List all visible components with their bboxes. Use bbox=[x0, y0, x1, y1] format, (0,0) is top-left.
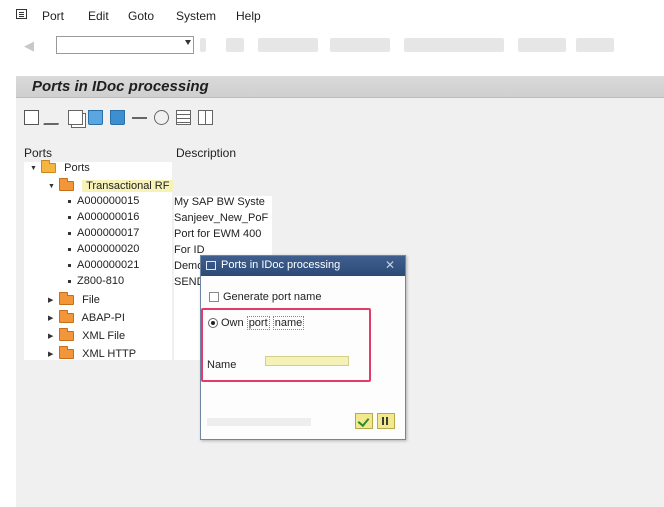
collapse-arrow-icon[interactable]: ▶ bbox=[48, 314, 56, 322]
tree-node-transactional-rfc[interactable]: ▼ Transactional RF bbox=[48, 178, 174, 196]
cancel-button[interactable] bbox=[377, 413, 395, 429]
port-tree: ▼ Ports ▼ Transactional RF A000000015 A0… bbox=[24, 160, 174, 360]
port-description: Port for EWM 400 bbox=[174, 228, 262, 240]
column-header-description: Description bbox=[176, 146, 237, 160]
menu-edit[interactable]: Edit bbox=[88, 9, 109, 23]
column-header-ports: Ports bbox=[24, 146, 53, 160]
menu-icon[interactable] bbox=[16, 9, 27, 19]
tree-node-abap-pi[interactable]: ▶ ABAP-PI bbox=[48, 310, 125, 328]
generate-port-name-label: Generate port name bbox=[223, 291, 322, 303]
port-name: A000000021 bbox=[77, 259, 140, 271]
bullet-icon bbox=[68, 231, 71, 235]
folder-icon bbox=[59, 328, 75, 342]
menu-port[interactable]: Port bbox=[42, 9, 64, 23]
save-icon[interactable] bbox=[226, 38, 244, 52]
port-name: Z800-810 bbox=[77, 275, 125, 287]
print-find-icons[interactable] bbox=[330, 38, 390, 52]
collapse-arrow-icon[interactable]: ▶ bbox=[48, 296, 56, 304]
menu-system[interactable]: System bbox=[176, 9, 216, 23]
own-port-name-word: name bbox=[272, 316, 305, 330]
create-icon[interactable] bbox=[24, 110, 39, 125]
tree-node-file[interactable]: ▶ File bbox=[48, 292, 100, 310]
dialog-title: Ports in IDoc processing bbox=[221, 259, 341, 271]
bullet-icon bbox=[68, 215, 71, 219]
port-name-field[interactable] bbox=[265, 350, 349, 372]
menu-goto[interactable]: Goto bbox=[128, 9, 154, 23]
own-port-name-frame: Own port name Name bbox=[201, 308, 371, 382]
navigation-icons[interactable] bbox=[258, 38, 318, 52]
window-icon bbox=[206, 261, 216, 270]
list-icon[interactable] bbox=[176, 110, 191, 125]
tree-leaf[interactable]: A000000017 bbox=[68, 227, 139, 243]
tree-node-ports[interactable]: ▼ Ports bbox=[30, 160, 90, 178]
port-description: Sanjeev_New_PoF bbox=[174, 212, 269, 224]
port-name: A000000020 bbox=[77, 243, 140, 255]
screen-title-bar: Ports in IDoc processing bbox=[16, 76, 664, 98]
own-port-name-radio[interactable] bbox=[208, 318, 218, 328]
tree-node-label: XML HTTP bbox=[82, 348, 137, 360]
bullet-icon bbox=[68, 199, 71, 203]
change-icon[interactable] bbox=[43, 110, 64, 125]
own-port-name-word: Own bbox=[221, 317, 244, 329]
port-description: My SAP BW Syste bbox=[174, 196, 265, 208]
copy-icon[interactable] bbox=[68, 110, 83, 125]
port-name: A000000017 bbox=[77, 227, 140, 239]
back-icon[interactable]: ◀ bbox=[24, 38, 34, 54]
menu-help[interactable]: Help bbox=[236, 9, 261, 23]
create-port-dialog: Ports in IDoc processing ✕ Generate port… bbox=[200, 255, 406, 440]
generate-port-name-radio[interactable] bbox=[209, 292, 219, 302]
folder-icon bbox=[59, 346, 75, 360]
own-port-name-label: Own port name bbox=[221, 316, 305, 330]
network-icon[interactable] bbox=[154, 110, 169, 125]
tree-node-xml-file[interactable]: ▶ XML File bbox=[48, 328, 126, 346]
tree-node-label: Ports bbox=[64, 162, 90, 174]
expand-arrow-icon[interactable]: ▼ bbox=[30, 165, 38, 172]
port-name: A000000015 bbox=[77, 195, 140, 207]
port-name-input[interactable] bbox=[265, 355, 349, 367]
tree-node-label: Transactional RF bbox=[82, 180, 174, 192]
bullet-icon bbox=[68, 263, 71, 267]
tree-leaf[interactable]: Z800-810 bbox=[68, 275, 124, 291]
arrow-icon[interactable] bbox=[132, 117, 147, 119]
bullet-icon bbox=[68, 279, 71, 283]
toolbar-separator bbox=[200, 38, 206, 52]
grid-icon[interactable] bbox=[198, 110, 213, 125]
delete-icon[interactable] bbox=[88, 110, 103, 125]
page-title: Ports in IDoc processing bbox=[32, 78, 209, 95]
expand-arrow-icon[interactable]: ▼ bbox=[48, 183, 56, 190]
name-label: Name bbox=[207, 359, 237, 371]
collapse-arrow-icon[interactable]: ▶ bbox=[48, 350, 56, 358]
tree-leaf[interactable]: A000000021 bbox=[68, 259, 139, 275]
standard-toolbar: ◀ bbox=[0, 28, 664, 68]
menu-bar: Port Edit Goto System Help bbox=[0, 0, 664, 28]
tree-node-label: File bbox=[82, 294, 100, 306]
folder-icon bbox=[59, 292, 75, 306]
tree-leaf[interactable]: A000000016 bbox=[68, 211, 139, 227]
chevron-down-icon[interactable] bbox=[185, 40, 191, 45]
command-field[interactable] bbox=[56, 36, 194, 54]
port-name: A000000016 bbox=[77, 211, 140, 223]
where-used-icon[interactable] bbox=[110, 110, 125, 125]
session-icons[interactable] bbox=[518, 38, 566, 52]
page-icons[interactable] bbox=[404, 38, 504, 52]
tree-node-label: ABAP-PI bbox=[81, 312, 125, 324]
help-layout-icons[interactable] bbox=[576, 38, 614, 52]
ok-button[interactable] bbox=[355, 413, 373, 429]
folder-icon bbox=[59, 310, 75, 324]
dialog-title-bar[interactable]: Ports in IDoc processing ✕ bbox=[201, 256, 405, 276]
close-icon[interactable]: ✕ bbox=[385, 258, 395, 272]
tree-leaf[interactable]: A000000020 bbox=[68, 243, 139, 259]
folder-icon bbox=[59, 178, 75, 192]
dialog-status-area bbox=[207, 418, 311, 426]
own-port-name-word: port bbox=[246, 316, 270, 330]
collapse-arrow-icon[interactable]: ▶ bbox=[48, 332, 56, 340]
tree-leaf[interactable]: A000000015 bbox=[68, 195, 139, 211]
tree-node-label: XML File bbox=[82, 330, 126, 342]
bullet-icon bbox=[68, 247, 71, 251]
folder-icon bbox=[41, 160, 57, 174]
command-input[interactable] bbox=[57, 37, 177, 53]
tree-node-xml-http[interactable]: ▶ XML HTTP bbox=[48, 346, 137, 364]
